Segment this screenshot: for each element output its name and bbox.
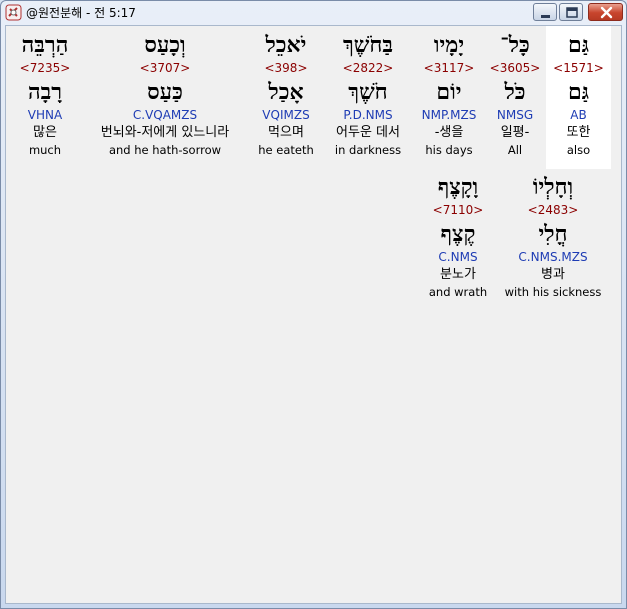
minimize-icon	[541, 15, 550, 18]
strongs-number[interactable]: <7110>	[422, 202, 494, 219]
maximize-button[interactable]	[559, 3, 583, 21]
lemma-word: גַּם	[568, 79, 589, 105]
word-column[interactable]: יֹאכֵל <398> אָכַל VQIMZS 먹으며 he eateth	[250, 30, 322, 159]
korean-gloss: 먹으며	[268, 125, 304, 140]
word-column[interactable]: גַּם <1571> גַּם AB 또한 also	[546, 30, 611, 159]
hebrew-word: וְכָעַס	[144, 32, 186, 58]
korean-gloss: 또한	[566, 125, 591, 140]
hebrew-word: יֹאכֵל	[265, 32, 307, 58]
hebrew-word: גַּם	[568, 32, 589, 58]
english-gloss: also	[566, 143, 591, 157]
strongs-number[interactable]: <3707>	[82, 60, 248, 77]
hebrew-word: וָקָצֶף	[437, 174, 479, 200]
lemma-word: רָבָה	[27, 79, 63, 105]
lemma-word: אָכַל	[268, 79, 304, 105]
word-column[interactable]: כָּל־ <3605> כֹּל NMSG 일평- All	[486, 30, 544, 159]
word-column[interactable]: הַרְבֵּה <7235> רָבָה VHNA 많은 much	[10, 30, 80, 159]
english-gloss: and he hath-sorrow	[108, 143, 222, 157]
strongs-number[interactable]: <2483>	[496, 202, 610, 219]
hebrew-word: וְחָלְיוֹ	[532, 174, 574, 200]
word-column[interactable]: בַּחֹשֶׁךְ <2822> חֹשֶׁךְ P.D.NMS 어두운 데서…	[324, 30, 412, 159]
morphology-code: NMP.MZS	[421, 108, 477, 122]
interlinear-panel[interactable]: גַּם <1571> גַּם AB 또한 also כָּל־ <3605>…	[5, 25, 622, 604]
lemma-word: קֶצֶף	[440, 221, 476, 247]
hebrew-word: כָּל־	[500, 32, 530, 58]
lemma-word: כַּעַס	[147, 79, 183, 105]
close-icon	[600, 6, 613, 19]
word-column[interactable]: יָמָיו <3117> יוֹם NMP.MZS -생을 his days	[414, 30, 484, 159]
korean-gloss: 번뇌와-저에게 있느니라	[100, 125, 230, 140]
app-window: @원전분해 - 전 5:17 גַּם <1571> גַּם AB 또한 al…	[0, 0, 627, 609]
word-column[interactable]: וְחָלְיוֹ <2483> חֳלִי C.NMS.MZS 병과 with…	[496, 172, 610, 301]
maximize-icon	[566, 7, 578, 18]
english-gloss: All	[507, 143, 523, 157]
close-button[interactable]	[588, 3, 623, 21]
english-gloss: and wrath	[428, 285, 488, 299]
lemma-word: חֳלִי	[538, 221, 568, 247]
english-gloss: in darkness	[334, 143, 402, 157]
lemma-word: חֹשֶׁךְ	[348, 79, 388, 105]
korean-gloss: -생을	[434, 125, 464, 140]
english-gloss: his days	[425, 143, 473, 157]
korean-gloss: 어두운 데서	[336, 125, 400, 140]
morphology-code: VQIMZS	[262, 108, 310, 122]
english-gloss: with his sickness	[504, 285, 602, 299]
korean-gloss: 분노가	[440, 267, 476, 282]
strongs-number[interactable]: <1571>	[546, 60, 611, 77]
app-icon[interactable]	[5, 4, 22, 21]
word-column[interactable]: וָקָצֶף <7110> קֶצֶף C.NMS 분노가 and wrath	[422, 172, 494, 301]
morphology-code: P.D.NMS	[343, 108, 393, 122]
korean-gloss: 병과	[541, 267, 565, 282]
strongs-number[interactable]: <3605>	[486, 60, 544, 77]
strongs-number[interactable]: <398>	[250, 60, 322, 77]
hebrew-word: יָמָיו	[433, 32, 465, 58]
strongs-number[interactable]: <2822>	[324, 60, 412, 77]
korean-gloss: 많은	[33, 125, 57, 140]
morphology-code: C.NMS.MZS	[518, 250, 588, 264]
window-title: @원전분해 - 전 5:17	[26, 6, 136, 20]
strongs-number[interactable]: <3117>	[414, 60, 484, 77]
morphology-code: NMSG	[496, 108, 534, 122]
minimize-button[interactable]	[533, 3, 557, 21]
morphology-code: AB	[570, 108, 587, 122]
hebrew-word: הַרְבֵּה	[21, 32, 69, 58]
hebrew-word: בַּחֹשֶׁךְ	[342, 32, 393, 58]
strongs-number[interactable]: <7235>	[10, 60, 80, 77]
title-bar[interactable]: @원전분해 - 전 5:17	[1, 1, 626, 25]
korean-gloss: 일평-	[500, 125, 530, 140]
lemma-word: כֹּל	[504, 79, 526, 105]
english-gloss: he eateth	[258, 143, 314, 157]
morphology-code: VHNA	[27, 108, 63, 122]
word-column[interactable]: וְכָעַס <3707> כַּעַס C.VQAMZS 번뇌와-저에게 있…	[82, 30, 248, 159]
english-gloss: much	[28, 143, 62, 157]
morphology-code: C.VQAMZS	[132, 108, 198, 122]
lemma-word: יוֹם	[436, 79, 462, 105]
morphology-code: C.NMS	[438, 250, 478, 264]
